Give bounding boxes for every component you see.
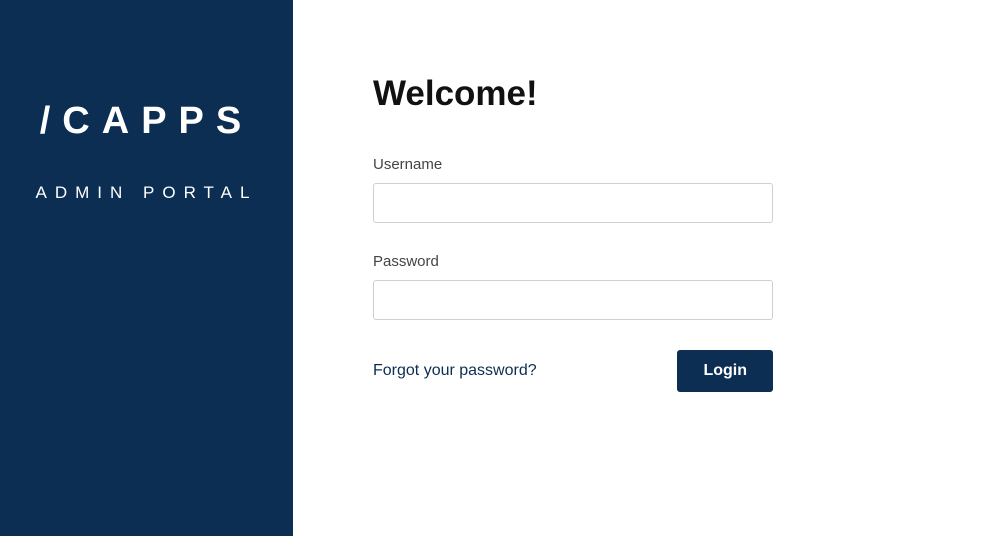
portal-subtitle: ADMIN PORTAL: [36, 183, 258, 203]
sidebar: /CAPPS ADMIN PORTAL: [0, 0, 293, 536]
actions-row: Forgot your password? Login: [373, 350, 773, 392]
brand-logo: /CAPPS: [40, 100, 253, 143]
username-group: Username: [373, 156, 913, 223]
username-input[interactable]: [373, 183, 773, 223]
login-button[interactable]: Login: [677, 350, 773, 392]
password-input[interactable]: [373, 280, 773, 320]
password-label: Password: [373, 253, 913, 270]
login-panel: Welcome! Username Password Forgot your p…: [293, 0, 993, 536]
forgot-password-link[interactable]: Forgot your password?: [373, 362, 537, 380]
page-title: Welcome!: [373, 74, 913, 114]
username-label: Username: [373, 156, 913, 173]
password-group: Password: [373, 253, 913, 320]
